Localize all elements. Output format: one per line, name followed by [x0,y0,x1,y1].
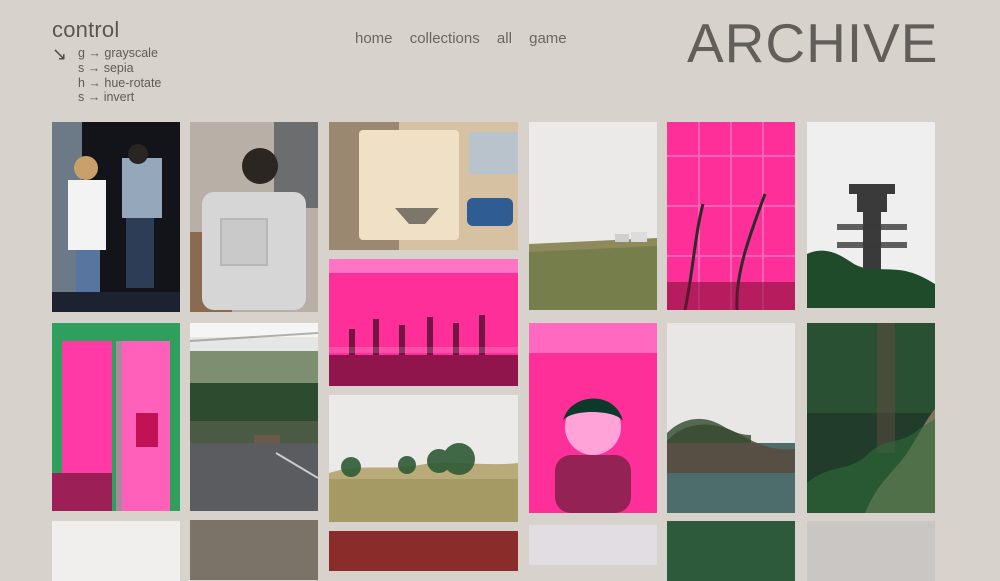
photo-tile[interactable] [667,323,795,513]
photo-tile[interactable] [52,122,180,312]
photo-image [52,122,180,312]
photo-image [329,259,518,386]
shortcut-invert: s → invert [78,90,135,105]
shortcut-grayscale: g → grayscale [78,46,158,60]
shortcut-hue-rotate: h → hue-rotate [78,75,162,90]
photo-tile[interactable] [807,323,935,513]
photo-tile[interactable] [529,122,657,310]
nav-link-home[interactable]: home [355,30,393,47]
photo-image [529,323,657,513]
photo-image [807,122,935,308]
brand-title: ARCHIVE [687,12,939,74]
photo-tile[interactable] [329,122,518,250]
nav-link-all[interactable]: all [497,30,512,47]
photo-tile[interactable] [807,122,935,308]
photo-image [529,122,657,310]
photo-image [807,323,935,513]
photo-tile[interactable] [667,122,795,310]
photo-tile[interactable] [329,531,518,571]
shortcut-sepia: s → sepia [78,60,134,75]
arrow-icon: ↘ [52,44,68,64]
photo-image [190,323,318,511]
photo-tile[interactable] [529,525,657,565]
nav-link-game[interactable]: game [529,30,567,47]
photo-tile[interactable] [190,122,318,312]
control-panel: control ↘ g → grayscale s → sepia h → hu… [52,16,161,105]
photo-tile[interactable] [52,521,180,581]
photo-tile[interactable] [329,395,518,522]
photo-image [667,323,795,513]
photo-image [52,323,180,511]
control-title: control [52,17,120,42]
photo-tile[interactable] [329,259,518,386]
photo-tile[interactable] [667,521,795,581]
photo-tile[interactable] [190,520,318,580]
photo-tile[interactable] [529,323,657,513]
photo-image [329,122,518,250]
main-nav: home collections all game [355,30,580,47]
shortcut-list: g → grayscale s → sepia h → hue-rotate s… [78,46,161,105]
photo-tile[interactable] [190,323,318,511]
photo-image [667,122,795,310]
nav-link-collections[interactable]: collections [410,30,480,47]
photo-image [190,122,318,312]
photo-image [329,395,518,522]
photo-tile[interactable] [52,323,180,511]
photo-tile[interactable] [807,521,935,581]
